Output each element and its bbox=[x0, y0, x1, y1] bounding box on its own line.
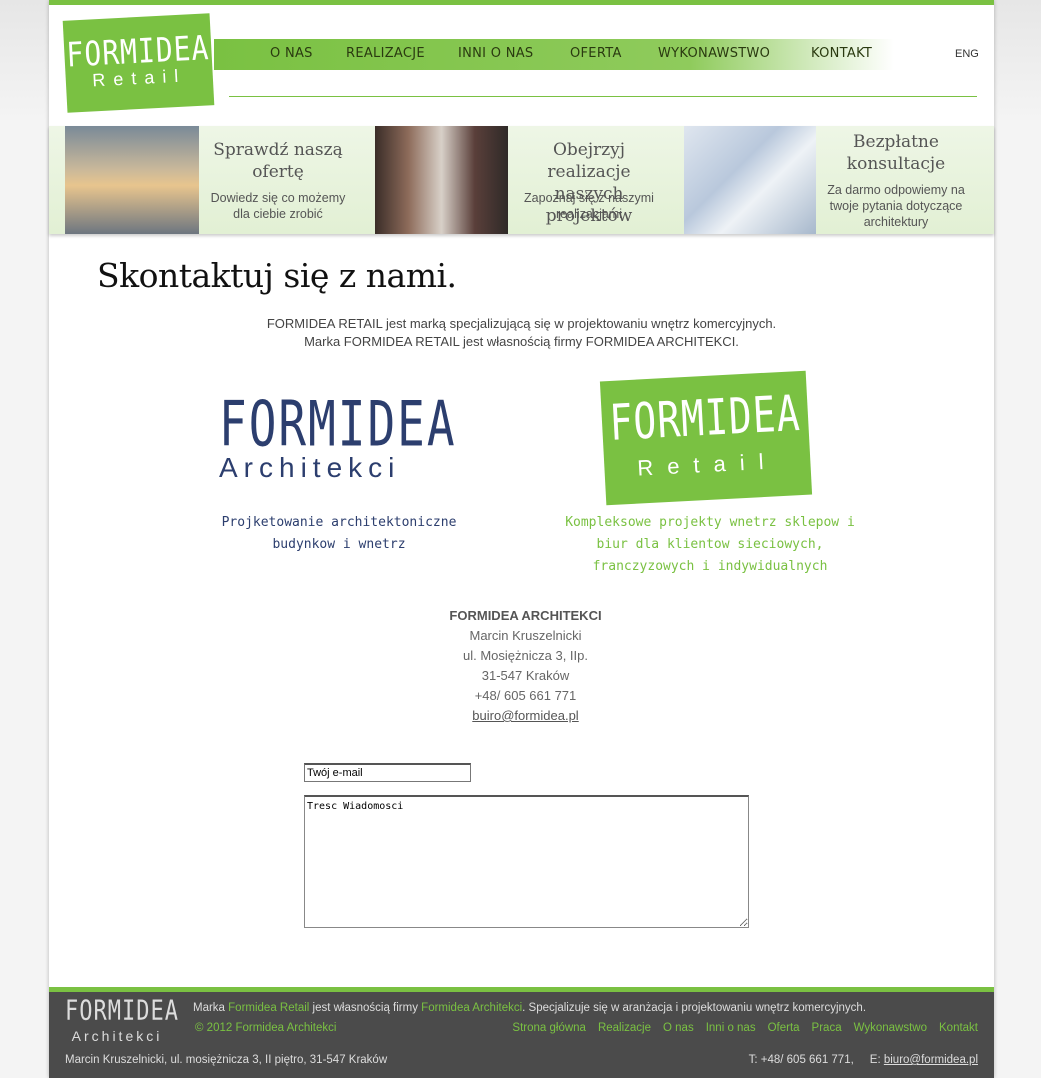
footer-contact: T: +48/ 605 661 771, E: biuro@formidea.p… bbox=[749, 1054, 978, 1066]
promo-offer[interactable]: Sprawdź naszą ofertę Dowiedz się co może… bbox=[65, 126, 375, 234]
top-accent-bar bbox=[49, 0, 994, 5]
email-field[interactable] bbox=[304, 763, 471, 782]
footer-nav: Strona główna Realizacje O nas Inni o na… bbox=[500, 1022, 978, 1034]
footer-link-praca[interactable]: Praca bbox=[812, 1022, 842, 1034]
footer-link-home[interactable]: Strona główna bbox=[512, 1022, 586, 1034]
nav-item-oferta[interactable]: OFERTA bbox=[570, 46, 622, 61]
footer-link-oferta[interactable]: Oferta bbox=[768, 1022, 800, 1034]
footer-email-label: E: bbox=[869, 1054, 881, 1066]
footer-text-mid: jest własnością firmy bbox=[309, 1002, 422, 1014]
promo-offer-title: Sprawdź naszą ofertę bbox=[213, 140, 343, 182]
retail-tagline: Kompleksowe projekty wnetrz sklepow i bi… bbox=[544, 512, 876, 578]
footer-link-o-nas[interactable]: O nas bbox=[663, 1022, 694, 1034]
store-interior-image bbox=[375, 126, 508, 234]
footer-text-pre: Marka bbox=[193, 1002, 229, 1014]
footer-link-realizacje[interactable]: Realizacje bbox=[598, 1022, 651, 1034]
footer-copyright: © 2012 Formidea Architekci bbox=[195, 1022, 337, 1034]
footer-brand-retail: Formidea Retail bbox=[228, 1002, 310, 1014]
architekci-logo: FORMIDEA Architekci bbox=[219, 387, 457, 484]
retail-tagline-3: franczyzowych i indywidualnych bbox=[592, 559, 828, 574]
nav-item-wykonawstwo[interactable]: WYKONAWSTWO bbox=[658, 46, 770, 61]
main-nav: O NAS REALIZACJE INNI O NAS OFERTA WYKON… bbox=[214, 39, 894, 70]
footer-address: Marcin Kruszelnicki, ul. mosiężnicza 3, … bbox=[65, 1054, 388, 1066]
address-street: ul. Mosiężnicza 3, IIp. bbox=[463, 648, 588, 663]
logo-main-text: FORMIDEA bbox=[65, 27, 211, 75]
architekci-logo-main: FORMIDEA bbox=[219, 387, 457, 461]
footer: FORMIDEA Architekci Marka Formidea Retai… bbox=[49, 992, 994, 1078]
footer-text-post: . Specjalizuje się w aranżacja i projekt… bbox=[522, 1002, 867, 1014]
architecture-plans-image bbox=[684, 126, 816, 234]
nav-item-o-nas[interactable]: O NAS bbox=[270, 46, 313, 61]
address-company: FORMIDEA ARCHITEKCI bbox=[449, 608, 602, 623]
retail-tagline-2: biur dla klientow sieciowych, bbox=[596, 537, 824, 552]
nav-item-inni-o-nas[interactable]: INNI O NAS bbox=[458, 46, 533, 61]
hands-water-image bbox=[65, 126, 199, 234]
address-city: 31-547 Kraków bbox=[481, 668, 570, 683]
page-container: FORMIDEA Retail O NAS REALIZACJE INNI O … bbox=[49, 0, 994, 1078]
architekci-tagline-1: Projketowanie architektoniczne bbox=[221, 515, 457, 530]
language-switch[interactable]: ENG bbox=[955, 48, 979, 60]
footer-email-link[interactable]: biuro@formidea.pl bbox=[884, 1054, 978, 1066]
page-title: Skontaktuj się z nami. bbox=[97, 256, 457, 295]
architekci-tagline-2: budynkow i wnetrz bbox=[272, 537, 406, 552]
footer-brand-arch: Formidea Architekci bbox=[421, 1002, 523, 1014]
promo-consult-title: Bezpłatne konsultacje bbox=[846, 132, 946, 174]
footer-link-inni-o-nas[interactable]: Inni o nas bbox=[706, 1022, 756, 1034]
address-email-link[interactable]: buiro@formidea.pl bbox=[472, 708, 578, 723]
retail-logo-sub: Retail bbox=[636, 448, 779, 481]
retail-logo: FORMIDEA Retail bbox=[599, 370, 813, 506]
retail-logo-main: FORMIDEA bbox=[608, 384, 802, 452]
promo-projects[interactable]: Obejrzyj realizacje naszych projektów Za… bbox=[375, 126, 685, 234]
contact-address: FORMIDEA ARCHITEKCI Marcin Kruszelnicki … bbox=[49, 606, 1002, 726]
promo-projects-desc: Zapoznaj się z naszymi realizacjami bbox=[524, 191, 654, 221]
footer-phone: T: +48/ 605 661 771, bbox=[748, 1054, 854, 1066]
architekci-tagline: Projketowanie architektoniczne budynkow … bbox=[189, 512, 489, 556]
message-textarea[interactable]: Tresc Wiadomosci bbox=[304, 795, 749, 928]
address-person: Marcin Kruszelnicki bbox=[469, 628, 582, 643]
promo-offer-desc: Dowiedz się co możemy dla ciebie zrobić bbox=[210, 191, 346, 221]
footer-description: Marka Formidea Retail jest własnością fi… bbox=[193, 1002, 866, 1014]
retail-tagline-1: Kompleksowe projekty wnetrz sklepow i bbox=[565, 515, 855, 530]
footer-logo[interactable]: FORMIDEA Architekci bbox=[65, 995, 179, 1044]
promo-band: Sprawdź naszą ofertę Dowiedz się co może… bbox=[49, 126, 994, 234]
address-phone: +48/ 605 661 771 bbox=[474, 688, 577, 703]
footer-logo-sub: Architekci bbox=[71, 1028, 163, 1044]
nav-divider bbox=[229, 96, 977, 97]
intro-line-2: Marka FORMIDEA RETAIL jest własnością fi… bbox=[304, 334, 739, 349]
footer-link-kontakt[interactable]: Kontakt bbox=[939, 1022, 978, 1034]
footer-link-wykonawstwo[interactable]: Wykonawstwo bbox=[854, 1022, 927, 1034]
site-logo[interactable]: FORMIDEA Retail bbox=[62, 13, 215, 113]
promo-consult-desc: Za darmo odpowiemy na twoje pytania doty… bbox=[827, 183, 965, 229]
nav-item-kontakt[interactable]: KONTAKT bbox=[811, 46, 872, 61]
promo-consult[interactable]: Bezpłatne konsultacje Za darmo odpowiemy… bbox=[684, 126, 994, 234]
intro-line-1: FORMIDEA RETAIL jest marką specjalizując… bbox=[266, 316, 777, 331]
nav-item-realizacje[interactable]: REALIZACJE bbox=[346, 46, 425, 61]
footer-logo-main: FORMIDEA bbox=[65, 995, 179, 1027]
